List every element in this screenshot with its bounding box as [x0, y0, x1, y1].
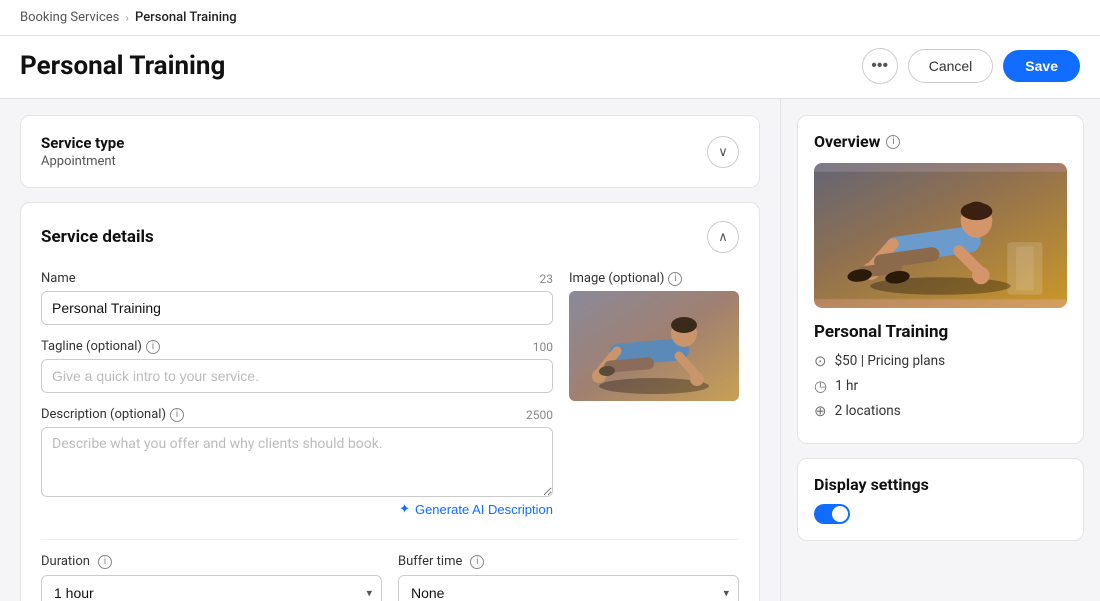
duration-info-icon[interactable]: i	[98, 555, 112, 569]
service-details-collapse-button[interactable]: ∧	[707, 221, 739, 253]
description-label: Description (optional)	[41, 407, 166, 422]
service-type-label: Service type	[41, 134, 124, 152]
service-details-header: Service details ∧	[41, 221, 739, 253]
tagline-input[interactable]	[41, 359, 553, 393]
overview-price-row: ⊙ $50 | Pricing plans	[814, 352, 1067, 370]
service-details-title: Service details	[41, 227, 154, 247]
price-icon: ⊙	[814, 352, 827, 370]
service-type-expand-button[interactable]: ∨	[707, 136, 739, 168]
name-label: Name	[41, 271, 76, 286]
description-label-info: Description (optional) i	[41, 407, 184, 422]
overview-card: Overview i	[797, 115, 1084, 444]
duration-select[interactable]: 30 minutes 1 hour 1.5 hours 2 hours	[41, 575, 382, 601]
service-type-value: Appointment	[41, 154, 124, 169]
generate-ai-row: ✦ Generate AI Description	[41, 501, 553, 517]
image-field-col: Image (optional) i	[569, 271, 739, 525]
service-details-card: Service details ∧ Name 23 Tagline	[20, 202, 760, 601]
description-info-icon[interactable]: i	[170, 408, 184, 422]
name-image-row: Name 23 Tagline (optional) i 100	[41, 271, 739, 525]
buffer-select[interactable]: None 5 minutes 10 minutes 15 minutes 30 …	[398, 575, 739, 601]
main-layout: Service type Appointment ∨ Service detai…	[0, 99, 1100, 601]
name-input[interactable]	[41, 291, 553, 325]
location-icon: ⊕	[814, 402, 827, 420]
chevron-down-icon: ∨	[718, 144, 728, 160]
generate-ai-button[interactable]: ✦ Generate AI Description	[399, 501, 553, 517]
right-panel: Overview i	[780, 99, 1100, 601]
display-settings-card: Display settings	[797, 458, 1084, 541]
overview-image-svg	[814, 163, 1067, 308]
page-title: Personal Training	[20, 51, 225, 81]
image-label-row: Image (optional) i	[569, 271, 739, 286]
duration-label-row: Duration i	[41, 554, 382, 569]
buffer-info-icon[interactable]: i	[470, 555, 484, 569]
overview-duration-row: ◷ 1 hr	[814, 377, 1067, 395]
breadcrumb-separator: ›	[125, 11, 129, 25]
description-input[interactable]	[41, 427, 553, 497]
overview-title-row: Overview i	[814, 132, 1067, 151]
breadcrumb-bar: Booking Services › Personal Training	[0, 0, 1100, 36]
service-type-card: Service type Appointment ∨	[20, 115, 760, 188]
overview-price: $50 | Pricing plans	[835, 353, 946, 369]
breadcrumb-current: Personal Training	[135, 10, 237, 25]
tagline-label: Tagline (optional)	[41, 339, 142, 354]
tagline-char-count: 100	[533, 340, 553, 354]
buffer-label-row: Buffer time i	[398, 554, 739, 569]
save-button[interactable]: Save	[1003, 50, 1080, 82]
image-preview[interactable]	[569, 291, 739, 401]
overview-service-name: Personal Training	[814, 322, 1067, 342]
image-preview-svg	[569, 291, 739, 401]
breadcrumb-parent[interactable]: Booking Services	[20, 10, 119, 25]
buffer-label: Buffer time	[398, 554, 462, 569]
display-settings-title: Display settings	[814, 475, 1067, 494]
overview-duration: 1 hr	[835, 378, 858, 394]
buffer-col: Buffer time i None 5 minutes 10 minutes …	[398, 554, 739, 601]
overview-locations-row: ⊕ 2 locations	[814, 402, 1067, 420]
buffer-select-wrapper: None 5 minutes 10 minutes 15 minutes 30 …	[398, 575, 739, 601]
duration-label: Duration	[41, 554, 90, 569]
header-actions: ••• Cancel Save	[862, 48, 1080, 84]
image-label: Image (optional)	[569, 271, 664, 286]
left-panel: Service type Appointment ∨ Service detai…	[0, 99, 780, 601]
chevron-up-icon: ∧	[718, 229, 728, 245]
name-char-count: 23	[540, 272, 554, 286]
overview-image	[814, 163, 1067, 308]
duration-col: Duration i 30 minutes 1 hour 1.5 hours 2…	[41, 554, 382, 601]
image-info-icon[interactable]: i	[668, 272, 682, 286]
page-header: Personal Training ••• Cancel Save	[0, 36, 1100, 99]
overview-locations: 2 locations	[835, 403, 901, 419]
section-divider	[41, 539, 739, 540]
duration-select-wrapper: 30 minutes 1 hour 1.5 hours 2 hours ▾	[41, 575, 382, 601]
name-field-col: Name 23 Tagline (optional) i 100	[41, 271, 553, 525]
image-label-info: Image (optional) i	[569, 271, 682, 286]
overview-title: Overview	[814, 132, 880, 151]
tagline-info-icon[interactable]: i	[146, 340, 160, 354]
toggle-knob	[832, 506, 848, 522]
description-label-row: Description (optional) i 2500	[41, 407, 553, 422]
display-toggle-row	[814, 504, 1067, 524]
name-label-row: Name 23	[41, 271, 553, 286]
clock-icon: ◷	[814, 377, 827, 395]
description-char-count: 2500	[526, 408, 553, 422]
ai-sparkle-icon: ✦	[399, 501, 410, 517]
duration-buffer-row: Duration i 30 minutes 1 hour 1.5 hours 2…	[41, 554, 739, 601]
tagline-label-info: Tagline (optional) i	[41, 339, 160, 354]
tagline-label-row: Tagline (optional) i 100	[41, 339, 553, 354]
service-type-info: Service type Appointment	[41, 134, 124, 169]
display-toggle[interactable]	[814, 504, 850, 524]
breadcrumb: Booking Services › Personal Training	[20, 10, 237, 25]
overview-info-icon[interactable]: i	[886, 135, 900, 149]
more-options-button[interactable]: •••	[862, 48, 898, 84]
cancel-button[interactable]: Cancel	[908, 49, 994, 83]
